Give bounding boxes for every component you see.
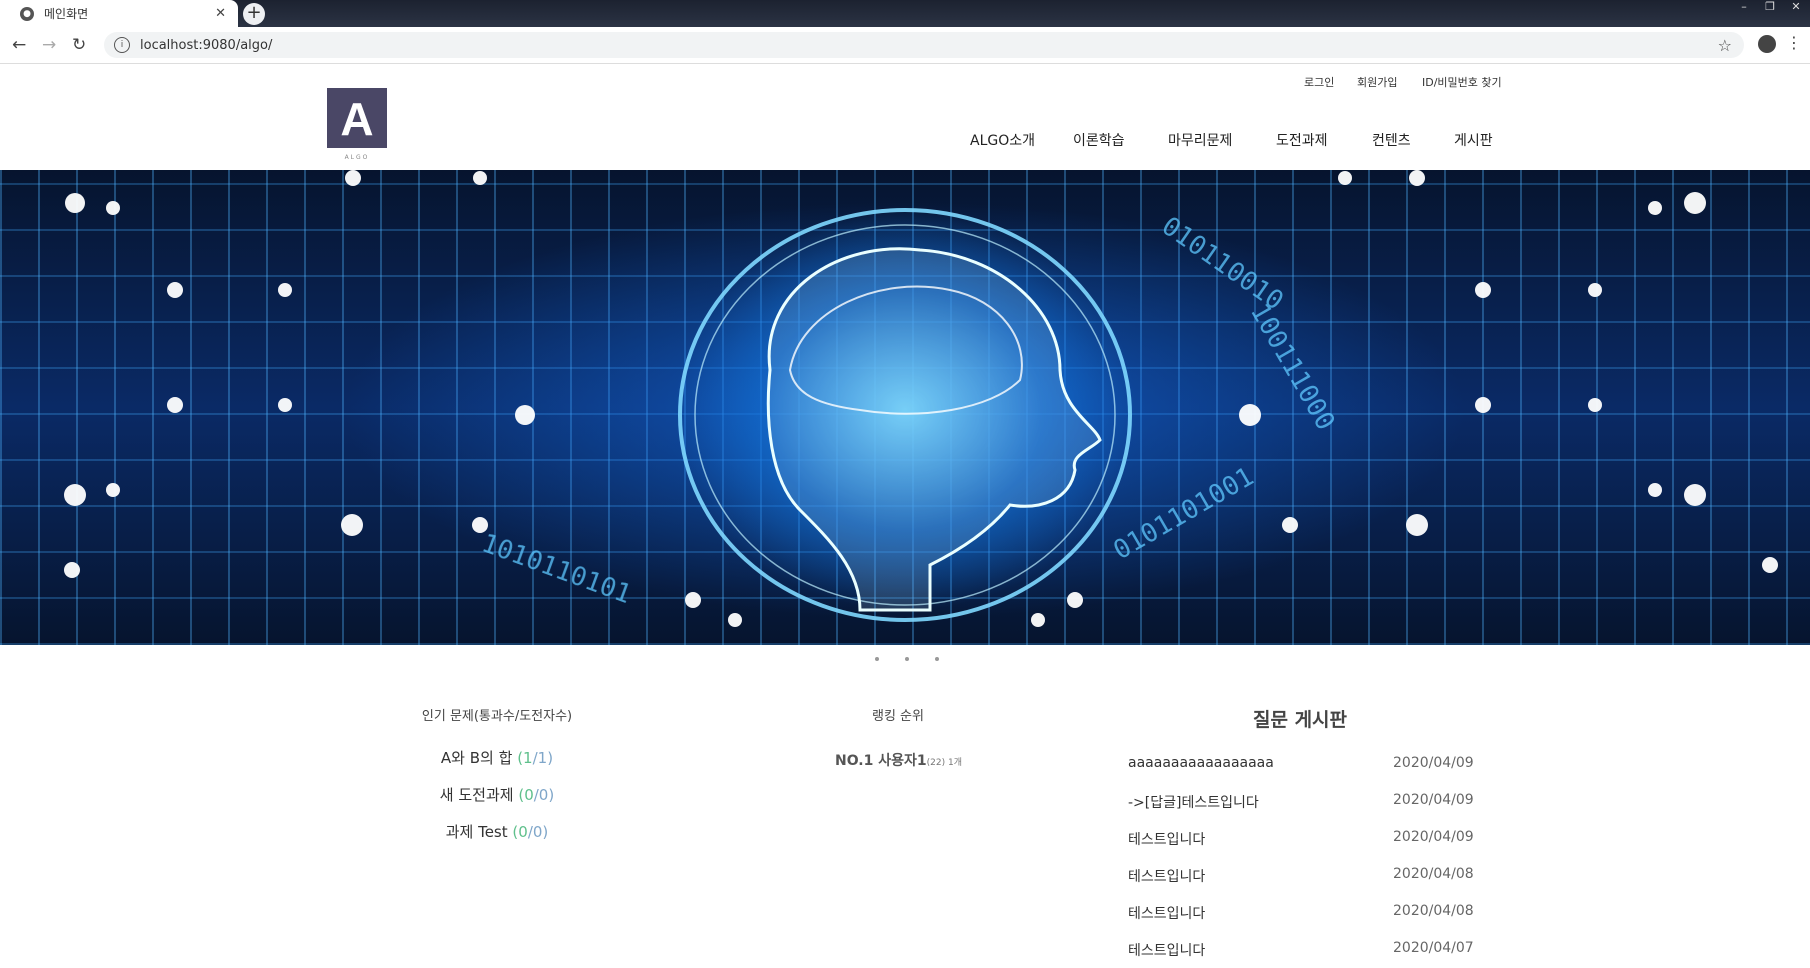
carousel-dot[interactable] xyxy=(905,657,909,661)
carousel-dot[interactable] xyxy=(935,657,939,661)
forward-icon[interactable]: → xyxy=(42,35,56,55)
restore-icon[interactable]: ❐ xyxy=(1760,0,1780,14)
reload-icon[interactable]: ↻ xyxy=(72,35,86,55)
qa-post-title[interactable]: 테스트입니다 xyxy=(1128,903,1205,923)
nav-challenges[interactable]: 도전과제 xyxy=(1276,130,1328,150)
browser-tabstrip: ● 메인화면 ✕ + – ❐ ✕ xyxy=(0,0,1810,27)
popular-problem-item[interactable]: 새 도전과제 (0/0) xyxy=(337,784,657,805)
qa-post-title[interactable]: aaaaaaaaaaaaaaaaa xyxy=(1128,755,1274,771)
info-icon[interactable]: i xyxy=(114,37,130,53)
pass-count: (0 xyxy=(518,786,534,804)
qa-board-title[interactable]: 질문 게시판 xyxy=(1253,705,1347,732)
globe-icon: ● xyxy=(20,6,34,21)
qa-list-item[interactable]: 테스트입니다 2020/04/08 xyxy=(1128,903,1474,923)
browser-tab[interactable]: ● 메인화면 ✕ xyxy=(0,0,238,27)
problem-name[interactable]: 새 도전과제 xyxy=(440,786,514,804)
rank-user[interactable]: NO.1 사용자1 xyxy=(835,753,927,769)
menu-kebab-icon[interactable]: ⋮ xyxy=(1786,33,1802,52)
brain-circuit-illustration: 010110010 100111000 1010110101 010110100… xyxy=(64,170,1778,627)
qa-post-date: 2020/04/07 xyxy=(1393,940,1474,956)
popular-problem-item[interactable]: A와 B의 합 (1/1) xyxy=(337,747,657,768)
ranking-first[interactable]: NO.1 사용자1(22) 1개 xyxy=(835,750,962,770)
minimize-icon[interactable]: – xyxy=(1734,0,1754,14)
problem-name[interactable]: A와 B의 합 xyxy=(441,749,513,767)
svg-text:0101101001: 0101101001 xyxy=(1109,462,1260,566)
qa-list-item[interactable]: 테스트입니다 2020/04/08 xyxy=(1128,866,1474,886)
window-controls: – ❐ ✕ xyxy=(1734,0,1806,14)
rank-detail: (22) 1개 xyxy=(926,758,962,768)
pass-count: (0 xyxy=(512,823,528,841)
address-bar[interactable]: i localhost:9080/algo/ ☆ xyxy=(104,32,1744,58)
signup-link[interactable]: 회원가입 xyxy=(1357,74,1397,90)
browser-toolbar: ← → ↻ i localhost:9080/algo/ ☆ ⋮ xyxy=(0,27,1810,64)
nav-board[interactable]: 게시판 xyxy=(1454,130,1493,150)
find-account-link[interactable]: ID/비밀번호 찾기 xyxy=(1422,74,1502,90)
carousel-indicators[interactable] xyxy=(875,657,939,661)
url-text[interactable]: localhost:9080/algo/ xyxy=(140,38,1718,53)
site-logo[interactable]: A xyxy=(327,88,387,148)
qa-post-date: 2020/04/08 xyxy=(1393,903,1474,919)
pass-count: (1 xyxy=(517,749,533,767)
qa-post-date: 2020/04/09 xyxy=(1393,792,1474,808)
qa-list-item[interactable]: aaaaaaaaaaaaaaaaa 2020/04/09 xyxy=(1128,755,1474,775)
qa-post-date: 2020/04/09 xyxy=(1393,829,1474,845)
account-icon[interactable] xyxy=(1758,35,1776,53)
problem-name[interactable]: 과제 Test xyxy=(446,823,508,841)
qa-list-item[interactable]: 테스트입니다 2020/04/07 xyxy=(1128,940,1474,960)
qa-list-item[interactable]: 테스트입니다 2020/04/09 xyxy=(1128,829,1474,849)
new-tab-button[interactable]: + xyxy=(243,3,265,25)
carousel-dot[interactable] xyxy=(875,657,879,661)
back-icon[interactable]: ← xyxy=(12,35,26,55)
nav-algo-intro[interactable]: ALGO소개 xyxy=(970,130,1035,150)
challenger-count: /0) xyxy=(527,823,549,841)
svg-text:1010110101: 1010110101 xyxy=(478,528,635,610)
nav-final-problems[interactable]: 마무리문제 xyxy=(1168,130,1232,150)
qa-post-title[interactable]: 테스트입니다 xyxy=(1128,940,1205,960)
close-window-icon[interactable]: ✕ xyxy=(1786,0,1806,14)
login-link[interactable]: 로그인 xyxy=(1304,74,1334,90)
close-tab-icon[interactable]: ✕ xyxy=(215,6,226,21)
qa-post-date: 2020/04/08 xyxy=(1393,866,1474,882)
bookmark-star-icon[interactable]: ☆ xyxy=(1718,36,1732,55)
nav-theory[interactable]: 이론학습 xyxy=(1073,130,1125,150)
qa-post-title[interactable]: 테스트입니다 xyxy=(1128,866,1205,886)
challenger-count: /1) xyxy=(532,749,554,767)
tab-title: 메인화면 xyxy=(44,7,89,21)
qa-post-title[interactable]: ->[답글]테스트입니다 xyxy=(1128,792,1259,812)
logo-caption: ALGO xyxy=(344,154,370,161)
site-header: A ALGO 로그인 회원가입 ID/비밀번호 찾기 ALGO소개 이론학습 마… xyxy=(0,64,1810,170)
popular-problem-item[interactable]: 과제 Test (0/0) xyxy=(337,821,657,842)
qa-post-title[interactable]: 테스트입니다 xyxy=(1128,829,1205,849)
popular-problems-title: 인기 문제(통과수/도전자수) xyxy=(421,709,573,724)
nav-contents[interactable]: 컨텐츠 xyxy=(1372,130,1411,150)
qa-list-item[interactable]: ->[답글]테스트입니다 2020/04/09 xyxy=(1128,792,1474,812)
hero-banner-image: 010110010 100111000 1010110101 010110100… xyxy=(0,170,1810,645)
ranking-title: 랭킹 순위 xyxy=(872,709,924,724)
challenger-count: /0) xyxy=(533,786,555,804)
qa-post-date: 2020/04/09 xyxy=(1393,755,1474,771)
